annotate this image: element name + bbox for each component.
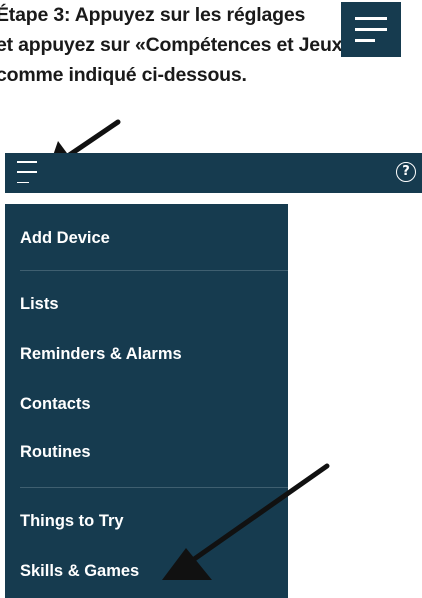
menu-item-lists[interactable]: Lists (20, 294, 59, 314)
menu-bar-top (355, 17, 387, 20)
menu-item-contacts[interactable]: Contacts (20, 394, 91, 414)
instruction-line-3: comme indiqué ci-dessous. (0, 64, 247, 86)
menu-item-routines[interactable]: Routines (20, 442, 91, 462)
app-header: ? (5, 153, 422, 193)
menu-item-add-device[interactable]: Add Device (20, 228, 110, 248)
menu-bar-middle (355, 28, 387, 31)
help-icon[interactable]: ? (396, 162, 416, 182)
hamburger-menu-icon[interactable] (17, 161, 37, 183)
menu-divider (20, 487, 288, 488)
settings-menu-icon (341, 2, 401, 57)
side-menu: Add Device Lists Reminders & Alarms Cont… (5, 204, 288, 598)
menu-item-skills-games[interactable]: Skills & Games (20, 561, 139, 581)
menu-bar-bottom (355, 39, 375, 42)
menu-item-reminders-alarms[interactable]: Reminders & Alarms (20, 344, 182, 364)
menu-item-things-to-try[interactable]: Things to Try (20, 511, 124, 531)
menu-divider (20, 270, 288, 271)
